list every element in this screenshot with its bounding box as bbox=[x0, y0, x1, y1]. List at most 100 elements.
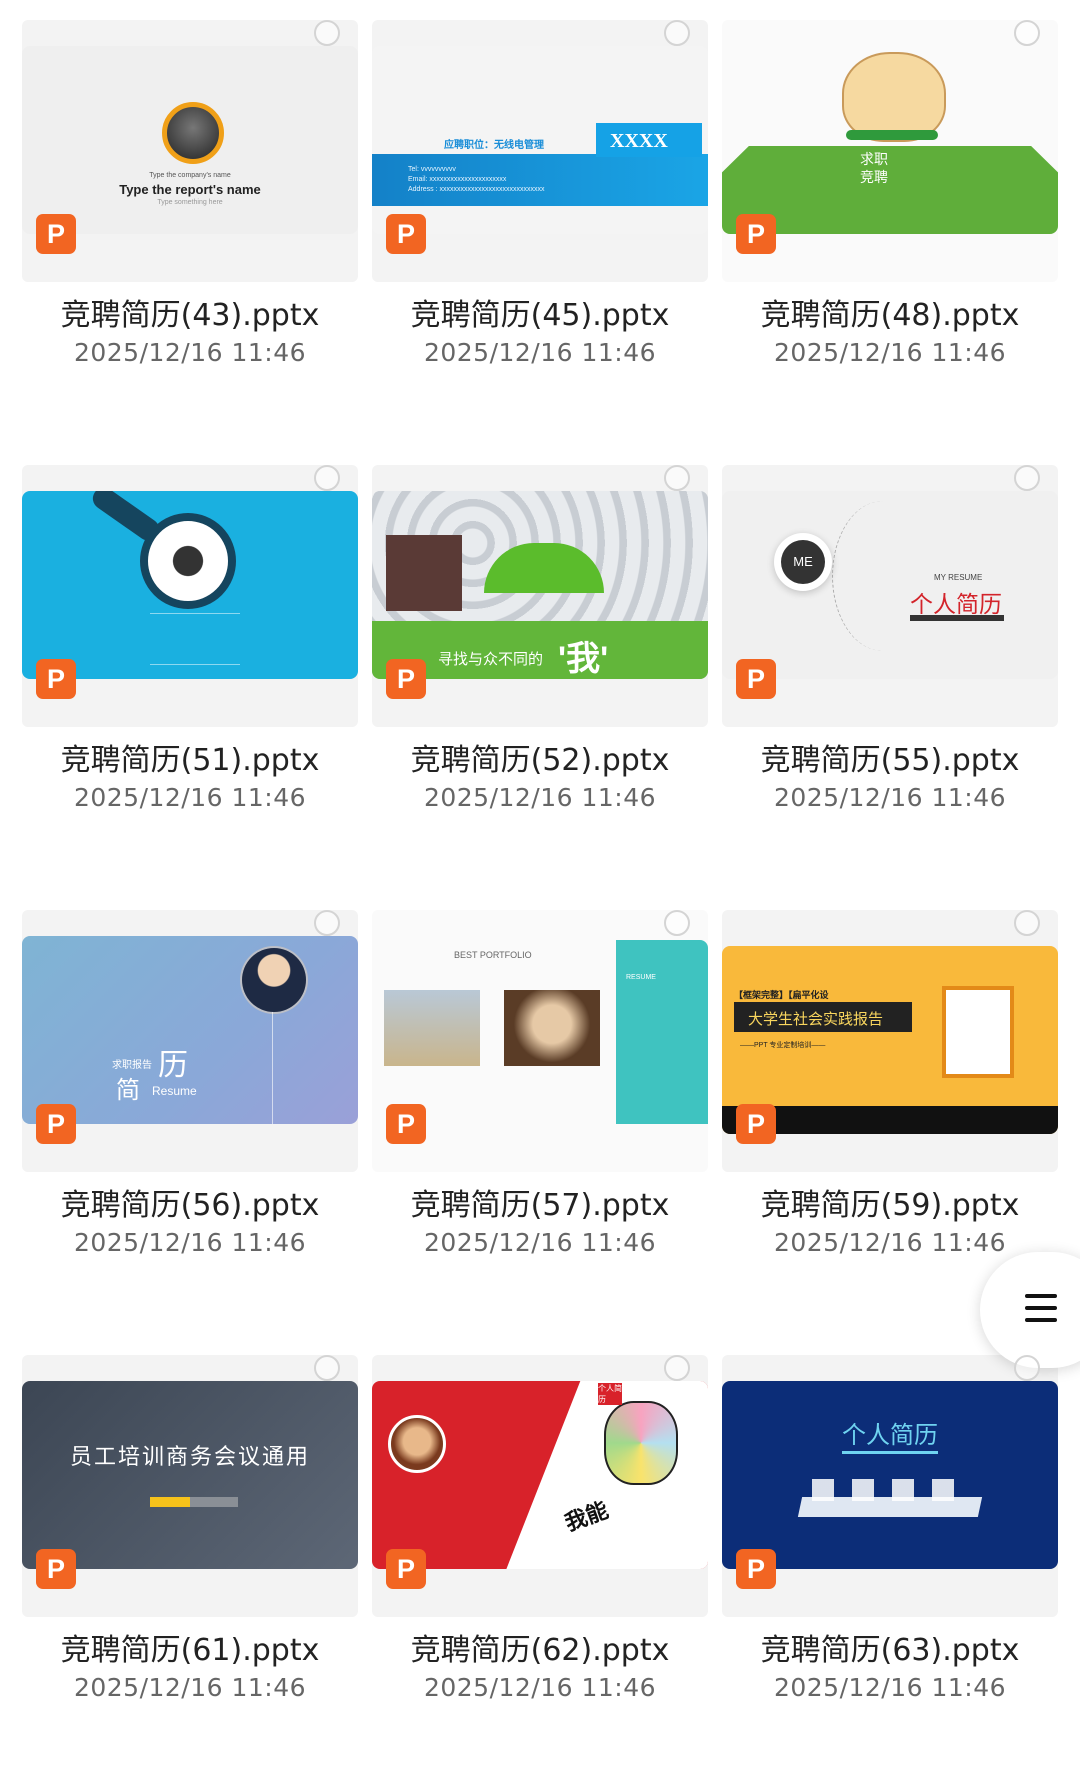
ppt-icon: P bbox=[36, 1549, 76, 1589]
title-underline bbox=[910, 615, 1004, 621]
file-name: 竞聘简历(59).pptx bbox=[760, 1188, 1020, 1223]
ppt-icon: P bbox=[36, 1104, 76, 1144]
file-card[interactable]: ME MY RESUME 个人简历 P 竞聘简历(55).pptx 2025/1… bbox=[722, 445, 1058, 885]
file-date: 2025/12/16 11:46 bbox=[423, 783, 657, 812]
file-card[interactable]: 求职报告 历 简 Resume P 竞聘简历(56).pptx 2025/12/… bbox=[22, 890, 358, 1330]
ppt-icon: P bbox=[736, 1104, 776, 1144]
file-date: 2025/12/16 11:46 bbox=[773, 1673, 1007, 1702]
portrait-image bbox=[162, 102, 224, 164]
dots-line bbox=[832, 501, 933, 651]
thumb-title: 个人简历 bbox=[842, 1422, 938, 1449]
title-rule bbox=[842, 1451, 938, 1454]
file-date: 2025/12/16 11:46 bbox=[423, 338, 657, 367]
select-checkbox[interactable] bbox=[1014, 910, 1040, 936]
photo-2 bbox=[504, 990, 600, 1066]
thumb-email: Email: xxxxxxxxxxxxxxxxxxxxxx bbox=[408, 176, 507, 183]
vertical-line bbox=[272, 1012, 273, 1124]
thumb-address: Address : xxxxxxxxxxxxxxxxxxxxxxxxxxxxxx bbox=[408, 186, 545, 193]
file-name: 竞聘简历(51).pptx bbox=[60, 743, 320, 778]
thumb-me: ME bbox=[793, 554, 813, 569]
select-checkbox[interactable] bbox=[1014, 20, 1040, 46]
file-date: 2025/12/16 11:46 bbox=[73, 1228, 307, 1257]
select-checkbox[interactable] bbox=[664, 20, 690, 46]
file-card[interactable]: 求职竞聘 P 竞聘简历(48).pptx 2025/12/16 11:46 bbox=[722, 0, 1058, 440]
slide-preview: 个人简历 bbox=[722, 1381, 1058, 1569]
thumb-label-c: 历 bbox=[158, 1049, 188, 1082]
ppt-icon: P bbox=[386, 214, 426, 254]
ppt-icon: P bbox=[36, 214, 76, 254]
thumb-title: BEST PORTFOLIO bbox=[454, 950, 532, 960]
icon-row bbox=[812, 1479, 972, 1501]
thumb-title: 员工培训商务会议通用 bbox=[69, 1444, 310, 1469]
select-checkbox[interactable] bbox=[1014, 465, 1040, 491]
thumb-title: 求职竞聘 bbox=[860, 151, 888, 185]
thumb-title: 个人简历 bbox=[910, 591, 1002, 617]
fist-illustration bbox=[604, 1401, 678, 1485]
ppt-icon: P bbox=[386, 659, 426, 699]
file-date: 2025/12/16 11:46 bbox=[73, 1673, 307, 1702]
thumb-title: 大学生社会实践报告 bbox=[748, 1011, 884, 1028]
slide-preview: 寻找与众不同的 '我' bbox=[372, 491, 708, 679]
file-card[interactable]: 应聘职位：无线电管理 XXXX Tel: vvvvvvvvvv Email: x… bbox=[372, 0, 708, 440]
file-date: 2025/12/16 11:46 bbox=[773, 1228, 1007, 1257]
file-name: 竞聘简历(56).pptx bbox=[60, 1188, 320, 1223]
portrait-image bbox=[386, 535, 462, 611]
thumb-text: 寻找与众不同的 bbox=[438, 651, 544, 668]
file-name: 竞聘简历(63).pptx bbox=[760, 1633, 1020, 1668]
thumb-tel: Tel: vvvvvvvvvv bbox=[408, 166, 456, 173]
file-date: 2025/12/16 11:46 bbox=[423, 1673, 657, 1702]
file-date: 2025/12/16 11:46 bbox=[423, 1228, 657, 1257]
file-card[interactable]: 寻找与众不同的 '我' P 竞聘简历(52).pptx 2025/12/16 1… bbox=[372, 445, 708, 885]
file-card[interactable]: 个人简历 P 竞聘简历(63).pptx 2025/12/16 11:46 bbox=[722, 1335, 1058, 1775]
file-grid: Type the company's name Type the report'… bbox=[0, 0, 1080, 1702]
thumb-label-a: 求职报告 bbox=[112, 1060, 152, 1071]
file-name: 竞聘简历(43).pptx bbox=[60, 298, 320, 333]
thumb-small-text: Type the company's name bbox=[149, 172, 231, 179]
slide-preview: 员工培训商务会议通用 bbox=[22, 1381, 358, 1569]
portrait-image bbox=[388, 1415, 446, 1473]
ppt-icon: P bbox=[736, 659, 776, 699]
file-date: 2025/12/16 11:46 bbox=[73, 338, 307, 367]
slide-preview: 求职竞聘 bbox=[722, 46, 1058, 234]
select-checkbox[interactable] bbox=[664, 465, 690, 491]
cat-illustration bbox=[842, 52, 946, 142]
ppt-icon: P bbox=[386, 1104, 426, 1144]
slide-preview: Type the company's name Type the report'… bbox=[22, 46, 358, 234]
thumb-title: Type the report's name bbox=[119, 182, 261, 197]
ppt-icon: P bbox=[36, 659, 76, 699]
file-date: 2025/12/16 11:46 bbox=[773, 783, 1007, 812]
info-lines bbox=[150, 613, 240, 665]
select-checkbox[interactable] bbox=[314, 20, 340, 46]
file-name: 竞聘简历(57).pptx bbox=[410, 1188, 670, 1223]
file-card[interactable]: Type the company's name Type the report'… bbox=[22, 0, 358, 440]
file-date: 2025/12/16 11:46 bbox=[73, 783, 307, 812]
thumb-corner: 个人简历 bbox=[598, 1383, 622, 1405]
select-checkbox[interactable] bbox=[314, 465, 340, 491]
clipboard-illustration bbox=[942, 986, 1014, 1078]
menu-icon bbox=[1025, 1294, 1057, 1330]
file-card[interactable]: 个人简历 我能 P 竞聘简历(62).pptx 2025/12/16 11:46 bbox=[372, 1335, 708, 1775]
yellow-bar bbox=[150, 1497, 190, 1507]
gray-bar bbox=[190, 1497, 238, 1507]
select-checkbox[interactable] bbox=[664, 910, 690, 936]
slide-preview: 个人简历 我能 bbox=[372, 1381, 708, 1569]
ppt-icon: P bbox=[736, 214, 776, 254]
select-checkbox[interactable] bbox=[314, 910, 340, 936]
cat-collar bbox=[846, 130, 938, 140]
thumb-box-text: XXXX bbox=[610, 130, 668, 152]
file-card[interactable]: 员工培训商务会议通用 P 竞聘简历(61).pptx 2025/12/16 11… bbox=[22, 1335, 358, 1775]
thumb-myresume: MY RESUME bbox=[934, 573, 983, 582]
photo-1 bbox=[384, 990, 480, 1066]
slide-preview: ME MY RESUME 个人简历 bbox=[722, 491, 1058, 679]
thumb-label-b: 简 bbox=[116, 1077, 140, 1104]
file-card[interactable]: P 竞聘简历(51).pptx 2025/12/16 11:46 bbox=[22, 445, 358, 885]
thumb-label-d: Resume bbox=[152, 1084, 197, 1098]
thumb-side: RESUME bbox=[626, 974, 656, 981]
select-checkbox[interactable] bbox=[1014, 1355, 1040, 1381]
file-date: 2025/12/16 11:46 bbox=[773, 338, 1007, 367]
file-name: 竞聘简历(61).pptx bbox=[60, 1633, 320, 1668]
thumb-tag: 【框架完整】【扁平化设 bbox=[734, 990, 829, 1000]
select-checkbox[interactable] bbox=[314, 1355, 340, 1381]
file-card[interactable]: BEST PORTFOLIO RESUME P 竞聘简历(57).pptx 20… bbox=[372, 890, 708, 1330]
select-checkbox[interactable] bbox=[664, 1355, 690, 1381]
